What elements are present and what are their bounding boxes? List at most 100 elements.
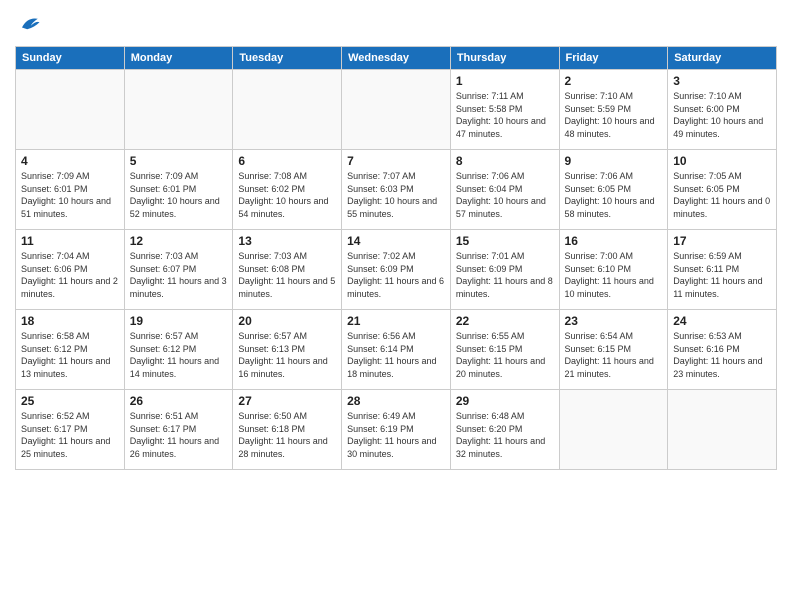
day-cell: 23 Sunrise: 6:54 AMSunset: 6:15 PMDayligh… xyxy=(559,310,668,390)
weekday-header-row: SundayMondayTuesdayWednesdayThursdayFrid… xyxy=(16,47,777,70)
day-info: Sunrise: 6:53 AMSunset: 6:16 PMDaylight:… xyxy=(673,330,771,380)
day-number: 16 xyxy=(565,234,663,248)
day-cell: 9Sunrise: 7:06 AMSunset: 6:05 PMDaylight… xyxy=(559,150,668,230)
day-info: Sunrise: 6:49 AMSunset: 6:19 PMDaylight:… xyxy=(347,410,445,460)
logo xyxy=(15,10,47,38)
day-cell: 1 Sunrise: 7:11 AMSunset: 5:58 PMDaylight… xyxy=(450,70,559,150)
day-info: Sunrise: 7:05 AMSunset: 6:05 PMDaylight:… xyxy=(673,170,771,220)
day-cell: 17 Sunrise: 6:59 AMSunset: 6:11 PMDayligh… xyxy=(668,230,777,310)
day-cell xyxy=(124,70,233,150)
day-number: 11 xyxy=(21,234,119,248)
weekday-header-saturday: Saturday xyxy=(668,47,777,70)
day-number: 5 xyxy=(130,154,228,168)
day-info: Sunrise: 7:01 AMSunset: 6:09 PMDaylight:… xyxy=(456,250,554,300)
day-number: 18 xyxy=(21,314,119,328)
day-info: Sunrise: 7:09 AMSunset: 6:01 PMDaylight:… xyxy=(21,170,119,220)
day-cell: 11 Sunrise: 7:04 AMSunset: 6:06 PMDayligh… xyxy=(16,230,125,310)
day-cell xyxy=(342,70,451,150)
day-number: 21 xyxy=(347,314,445,328)
header xyxy=(15,10,777,38)
day-info: Sunrise: 7:00 AMSunset: 6:10 PMDaylight:… xyxy=(565,250,663,300)
week-row: 25 Sunrise: 6:52 AMSunset: 6:17 PMDayligh… xyxy=(16,390,777,470)
day-info: Sunrise: 6:59 AMSunset: 6:11 PMDaylight:… xyxy=(673,250,771,300)
day-info: Sunrise: 7:03 AMSunset: 6:08 PMDaylight:… xyxy=(238,250,336,300)
day-cell: 5 Sunrise: 7:09 AMSunset: 6:01 PMDaylight… xyxy=(124,150,233,230)
day-number: 25 xyxy=(21,394,119,408)
day-cell: 12 Sunrise: 7:03 AMSunset: 6:07 PMDayligh… xyxy=(124,230,233,310)
day-info: Sunrise: 6:57 AMSunset: 6:13 PMDaylight:… xyxy=(238,330,336,380)
weekday-header-sunday: Sunday xyxy=(16,47,125,70)
day-cell: 18 Sunrise: 6:58 AMSunset: 6:12 PMDayligh… xyxy=(16,310,125,390)
day-number: 2 xyxy=(565,74,663,88)
day-cell: 3Sunrise: 7:10 AMSunset: 6:00 PMDaylight… xyxy=(668,70,777,150)
day-number: 24 xyxy=(673,314,771,328)
day-cell xyxy=(668,390,777,470)
day-info: Sunrise: 6:57 AMSunset: 6:12 PMDaylight:… xyxy=(130,330,228,380)
day-cell: 28 Sunrise: 6:49 AMSunset: 6:19 PMDayligh… xyxy=(342,390,451,470)
week-row: 18 Sunrise: 6:58 AMSunset: 6:12 PMDayligh… xyxy=(16,310,777,390)
day-cell: 21Sunrise: 6:56 AMSunset: 6:14 PMDayligh… xyxy=(342,310,451,390)
day-number: 12 xyxy=(130,234,228,248)
day-number: 8 xyxy=(456,154,554,168)
day-info: Sunrise: 6:50 AMSunset: 6:18 PMDaylight:… xyxy=(238,410,336,460)
day-info: Sunrise: 7:09 AMSunset: 6:01 PMDaylight:… xyxy=(130,170,228,220)
day-number: 1 xyxy=(456,74,554,88)
day-number: 3 xyxy=(673,74,771,88)
day-number: 4 xyxy=(21,154,119,168)
day-number: 14 xyxy=(347,234,445,248)
day-cell: 20Sunrise: 6:57 AMSunset: 6:13 PMDayligh… xyxy=(233,310,342,390)
week-row: 4 Sunrise: 7:09 AMSunset: 6:01 PMDaylight… xyxy=(16,150,777,230)
day-number: 19 xyxy=(130,314,228,328)
day-cell: 2 Sunrise: 7:10 AMSunset: 5:59 PMDaylight… xyxy=(559,70,668,150)
day-number: 7 xyxy=(347,154,445,168)
day-info: Sunrise: 7:03 AMSunset: 6:07 PMDaylight:… xyxy=(130,250,228,300)
day-info: Sunrise: 7:10 AMSunset: 5:59 PMDaylight:… xyxy=(565,90,663,140)
day-cell xyxy=(233,70,342,150)
day-number: 23 xyxy=(565,314,663,328)
day-cell: 10 Sunrise: 7:05 AMSunset: 6:05 PMDayligh… xyxy=(668,150,777,230)
day-cell: 7 Sunrise: 7:07 AMSunset: 6:03 PMDaylight… xyxy=(342,150,451,230)
day-cell: 19 Sunrise: 6:57 AMSunset: 6:12 PMDayligh… xyxy=(124,310,233,390)
day-cell: 6 Sunrise: 7:08 AMSunset: 6:02 PMDaylight… xyxy=(233,150,342,230)
day-info: Sunrise: 7:02 AMSunset: 6:09 PMDaylight:… xyxy=(347,250,445,300)
day-info: Sunrise: 7:07 AMSunset: 6:03 PMDaylight:… xyxy=(347,170,445,220)
day-info: Sunrise: 6:54 AMSunset: 6:15 PMDaylight:… xyxy=(565,330,663,380)
calendar: SundayMondayTuesdayWednesdayThursdayFrid… xyxy=(15,46,777,470)
day-cell: 15Sunrise: 7:01 AMSunset: 6:09 PMDayligh… xyxy=(450,230,559,310)
day-info: Sunrise: 6:52 AMSunset: 6:17 PMDaylight:… xyxy=(21,410,119,460)
day-cell: 8Sunrise: 7:06 AMSunset: 6:04 PMDaylight… xyxy=(450,150,559,230)
day-info: Sunrise: 7:04 AMSunset: 6:06 PMDaylight:… xyxy=(21,250,119,300)
day-number: 22 xyxy=(456,314,554,328)
day-cell: 26 Sunrise: 6:51 AMSunset: 6:17 PMDayligh… xyxy=(124,390,233,470)
logo-icon xyxy=(15,10,43,38)
day-cell: 22 Sunrise: 6:55 AMSunset: 6:15 PMDayligh… xyxy=(450,310,559,390)
day-info: Sunrise: 7:08 AMSunset: 6:02 PMDaylight:… xyxy=(238,170,336,220)
day-cell: 25 Sunrise: 6:52 AMSunset: 6:17 PMDayligh… xyxy=(16,390,125,470)
day-cell: 27 Sunrise: 6:50 AMSunset: 6:18 PMDayligh… xyxy=(233,390,342,470)
weekday-header-thursday: Thursday xyxy=(450,47,559,70)
day-number: 27 xyxy=(238,394,336,408)
day-cell xyxy=(559,390,668,470)
day-number: 28 xyxy=(347,394,445,408)
day-cell: 4 Sunrise: 7:09 AMSunset: 6:01 PMDaylight… xyxy=(16,150,125,230)
day-info: Sunrise: 6:58 AMSunset: 6:12 PMDaylight:… xyxy=(21,330,119,380)
day-number: 17 xyxy=(673,234,771,248)
day-number: 9 xyxy=(565,154,663,168)
weekday-header-tuesday: Tuesday xyxy=(233,47,342,70)
day-number: 26 xyxy=(130,394,228,408)
day-info: Sunrise: 7:11 AMSunset: 5:58 PMDaylight:… xyxy=(456,90,554,140)
day-info: Sunrise: 6:51 AMSunset: 6:17 PMDaylight:… xyxy=(130,410,228,460)
day-number: 13 xyxy=(238,234,336,248)
day-cell: 14 Sunrise: 7:02 AMSunset: 6:09 PMDayligh… xyxy=(342,230,451,310)
week-row: 1 Sunrise: 7:11 AMSunset: 5:58 PMDaylight… xyxy=(16,70,777,150)
weekday-header-monday: Monday xyxy=(124,47,233,70)
day-cell xyxy=(16,70,125,150)
day-number: 6 xyxy=(238,154,336,168)
day-info: Sunrise: 6:55 AMSunset: 6:15 PMDaylight:… xyxy=(456,330,554,380)
day-number: 10 xyxy=(673,154,771,168)
day-cell: 13 Sunrise: 7:03 AMSunset: 6:08 PMDayligh… xyxy=(233,230,342,310)
day-cell: 16 Sunrise: 7:00 AMSunset: 6:10 PMDayligh… xyxy=(559,230,668,310)
day-cell: 24 Sunrise: 6:53 AMSunset: 6:16 PMDayligh… xyxy=(668,310,777,390)
weekday-header-wednesday: Wednesday xyxy=(342,47,451,70)
day-info: Sunrise: 6:48 AMSunset: 6:20 PMDaylight:… xyxy=(456,410,554,460)
